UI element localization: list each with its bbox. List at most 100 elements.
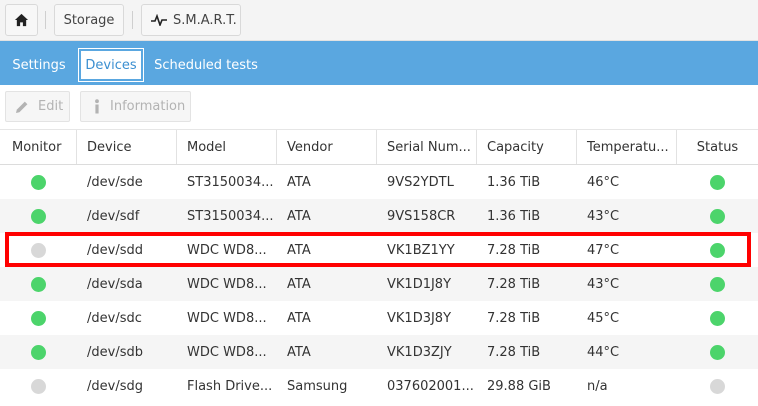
model-cell: ST3150034... bbox=[187, 174, 274, 190]
edit-button-label: Edit bbox=[38, 99, 64, 114]
device-cell: /dev/sdc bbox=[87, 310, 142, 326]
monitor-cell bbox=[0, 335, 77, 369]
monitor-indicator bbox=[31, 310, 46, 326]
status-cell bbox=[677, 369, 758, 403]
column-header-device[interactable]: Device bbox=[77, 130, 177, 164]
status-cell bbox=[677, 165, 758, 199]
device-cell: /dev/sde bbox=[87, 174, 143, 190]
status-indicator bbox=[710, 276, 725, 292]
monitor-cell bbox=[0, 233, 77, 267]
column-header-monitor[interactable]: Monitor bbox=[0, 130, 77, 164]
capacity-cell: 1.36 TiB bbox=[487, 174, 541, 190]
status-indicator bbox=[710, 174, 725, 190]
monitor-cell bbox=[0, 165, 77, 199]
status-indicator bbox=[710, 310, 725, 326]
status-indicator bbox=[710, 378, 725, 394]
breadcrumb-smart[interactable]: S.M.A.R.T. bbox=[141, 4, 241, 36]
model-cell: Flash Drive... bbox=[187, 378, 273, 394]
status-cell bbox=[677, 335, 758, 369]
tab-bar: Settings Devices Scheduled tests bbox=[0, 41, 758, 85]
model-cell: WDC WD8... bbox=[187, 242, 267, 258]
device-cell: /dev/sdb bbox=[87, 344, 143, 360]
table-row[interactable]: /dev/sdf ST3150034... ATA 9VS158CR 1.36 … bbox=[0, 199, 758, 233]
status-cell bbox=[677, 301, 758, 335]
column-header-status[interactable]: Status bbox=[677, 130, 758, 164]
device-cell: /dev/sdf bbox=[87, 208, 140, 224]
status-indicator bbox=[710, 208, 725, 224]
temperature-cell: 44°C bbox=[587, 344, 620, 360]
heartbeat-icon bbox=[151, 14, 167, 26]
model-cell: WDC WD8... bbox=[187, 344, 267, 360]
serial-cell: VK1D3J8Y bbox=[387, 310, 452, 326]
temperature-cell: 46°C bbox=[587, 174, 620, 190]
serial-cell: VK1BZ1YY bbox=[387, 242, 455, 258]
monitor-cell bbox=[0, 301, 77, 335]
status-indicator bbox=[710, 242, 725, 258]
information-button[interactable]: Information bbox=[80, 91, 191, 122]
table-row[interactable]: /dev/sdd WDC WD8... ATA VK1BZ1YY 7.28 Ti… bbox=[0, 233, 758, 267]
temperature-cell: 43°C bbox=[587, 276, 620, 292]
vendor-cell: ATA bbox=[287, 242, 311, 258]
monitor-indicator bbox=[31, 276, 46, 292]
monitor-cell bbox=[0, 369, 77, 403]
home-icon bbox=[14, 13, 29, 27]
table-row[interactable]: /dev/sdg Flash Drive... Samsung 03760200… bbox=[0, 369, 758, 403]
status-cell bbox=[677, 233, 758, 267]
device-cell: /dev/sdd bbox=[87, 242, 143, 258]
information-button-label: Information bbox=[110, 99, 186, 114]
capacity-cell: 7.28 TiB bbox=[487, 276, 541, 292]
breadcrumb-separator bbox=[45, 11, 46, 29]
table-row[interactable]: /dev/sdc WDC WD8... ATA VK1D3J8Y 7.28 Ti… bbox=[0, 301, 758, 335]
capacity-cell: 1.36 TiB bbox=[487, 208, 541, 224]
status-cell bbox=[677, 199, 758, 233]
capacity-cell: 29.88 GiB bbox=[487, 378, 551, 394]
capacity-cell: 7.28 TiB bbox=[487, 242, 541, 258]
edit-button[interactable]: Edit bbox=[5, 91, 70, 122]
info-icon bbox=[95, 99, 99, 114]
serial-cell: 037602001... bbox=[387, 378, 474, 394]
vendor-cell: ATA bbox=[287, 310, 311, 326]
status-indicator bbox=[710, 344, 725, 360]
toolbar: Edit Information bbox=[0, 85, 758, 129]
column-header-vendor[interactable]: Vendor bbox=[277, 130, 377, 164]
home-button[interactable] bbox=[5, 4, 38, 36]
temperature-cell: n/a bbox=[587, 378, 608, 394]
serial-cell: VK1D1J8Y bbox=[387, 276, 452, 292]
status-cell bbox=[677, 267, 758, 301]
breadcrumb: Storage S.M.A.R.T. bbox=[0, 0, 758, 41]
column-header-model[interactable]: Model bbox=[177, 130, 277, 164]
vendor-cell: ATA bbox=[287, 344, 311, 360]
device-cell: /dev/sdg bbox=[87, 378, 143, 394]
column-header-capacity[interactable]: Capacity bbox=[477, 130, 577, 164]
serial-cell: 9VS158CR bbox=[387, 208, 456, 224]
column-header-serial[interactable]: Serial Num... bbox=[377, 130, 477, 164]
serial-cell: 9VS2YDTL bbox=[387, 174, 454, 190]
device-cell: /dev/sda bbox=[87, 276, 143, 292]
tab-settings[interactable]: Settings bbox=[5, 49, 73, 81]
capacity-cell: 7.28 TiB bbox=[487, 310, 541, 326]
capacity-cell: 7.28 TiB bbox=[487, 344, 541, 360]
temperature-cell: 45°C bbox=[587, 310, 620, 326]
monitor-indicator bbox=[31, 378, 46, 394]
monitor-indicator bbox=[31, 242, 46, 258]
breadcrumb-storage[interactable]: Storage bbox=[54, 4, 124, 36]
vendor-cell: ATA bbox=[287, 208, 311, 224]
table-row[interactable]: /dev/sde ST3150034... ATA 9VS2YDTL 1.36 … bbox=[0, 165, 758, 199]
breadcrumb-storage-label: Storage bbox=[63, 12, 115, 28]
tab-devices[interactable]: Devices bbox=[78, 48, 144, 82]
monitor-indicator bbox=[31, 344, 46, 360]
table-row[interactable]: /dev/sda WDC WD8... ATA VK1D1J8Y 7.28 Ti… bbox=[0, 267, 758, 301]
model-cell: WDC WD8... bbox=[187, 276, 267, 292]
vendor-cell: ATA bbox=[287, 174, 311, 190]
temperature-cell: 43°C bbox=[587, 208, 620, 224]
tab-scheduled-tests[interactable]: Scheduled tests bbox=[151, 49, 261, 81]
vendor-cell: ATA bbox=[287, 276, 311, 292]
model-cell: WDC WD8... bbox=[187, 310, 267, 326]
vendor-cell: Samsung bbox=[287, 378, 348, 394]
table-row[interactable]: /dev/sdb WDC WD8... ATA VK1D3ZJY 7.28 Ti… bbox=[0, 335, 758, 369]
column-header-temperature[interactable]: Temperatu... bbox=[577, 130, 677, 164]
monitor-indicator bbox=[31, 208, 46, 224]
temperature-cell: 47°C bbox=[587, 242, 620, 258]
pencil-icon bbox=[16, 101, 28, 113]
breadcrumb-smart-label: S.M.A.R.T. bbox=[173, 12, 237, 28]
